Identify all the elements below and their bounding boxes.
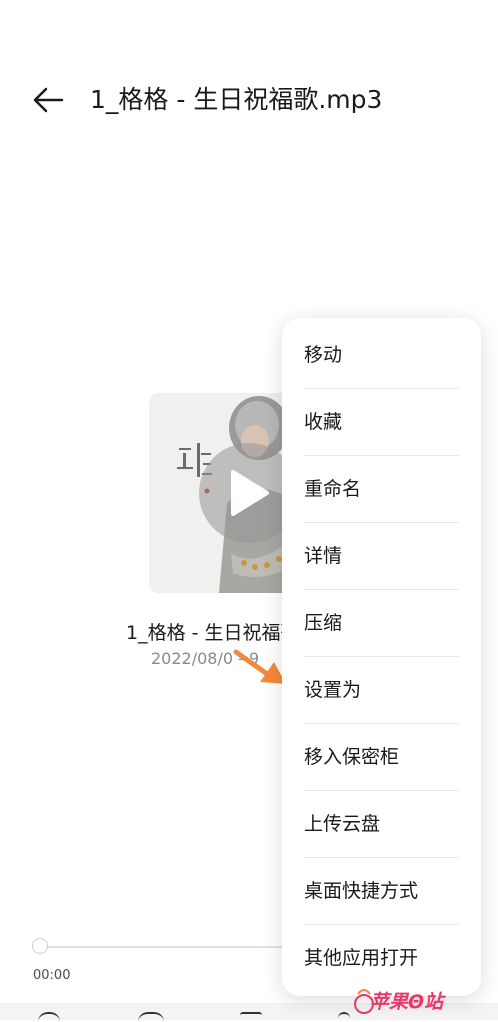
menu-item-rename[interactable]: 重命名 — [304, 456, 459, 523]
page-title: 1_格格 - 生日祝福歌.mp3 — [90, 85, 383, 114]
context-menu: 移动 收藏 重命名 详情 压缩 设置为 移入保密柜 上传云盘 桌面快捷方式 其他… — [282, 318, 481, 996]
menu-item-upload-cloud[interactable]: 上传云盘 — [304, 791, 459, 858]
menu-item-set-as[interactable]: 设置为 — [304, 657, 459, 724]
progress-thumb[interactable] — [32, 938, 48, 954]
menu-item-compress[interactable]: 压缩 — [304, 590, 459, 657]
delete-icon[interactable] — [338, 1012, 350, 1022]
song-title: 1_格格 - 生日祝福歌 — [126, 622, 296, 644]
back-arrow-icon — [33, 87, 64, 113]
top-app-bar: 1_格格 - 生日祝福歌.mp3 — [0, 60, 498, 140]
edit-icon[interactable] — [240, 1012, 262, 1022]
watermark-text: 苹果Θ站 — [370, 991, 444, 1013]
menu-item-favorite[interactable]: 收藏 — [304, 389, 459, 456]
back-button[interactable] — [28, 82, 68, 118]
favorite-icon[interactable] — [138, 1012, 164, 1022]
menu-item-move[interactable]: 移动 — [304, 322, 459, 389]
play-icon — [231, 470, 269, 516]
menu-item-desktop-shortcut[interactable]: 桌面快捷方式 — [304, 858, 459, 925]
current-time: 00:00 — [33, 968, 71, 983]
progress-bar[interactable] — [40, 946, 290, 948]
menu-item-move-to-safe[interactable]: 移入保密柜 — [304, 724, 459, 791]
menu-item-details[interactable]: 详情 — [304, 523, 459, 590]
